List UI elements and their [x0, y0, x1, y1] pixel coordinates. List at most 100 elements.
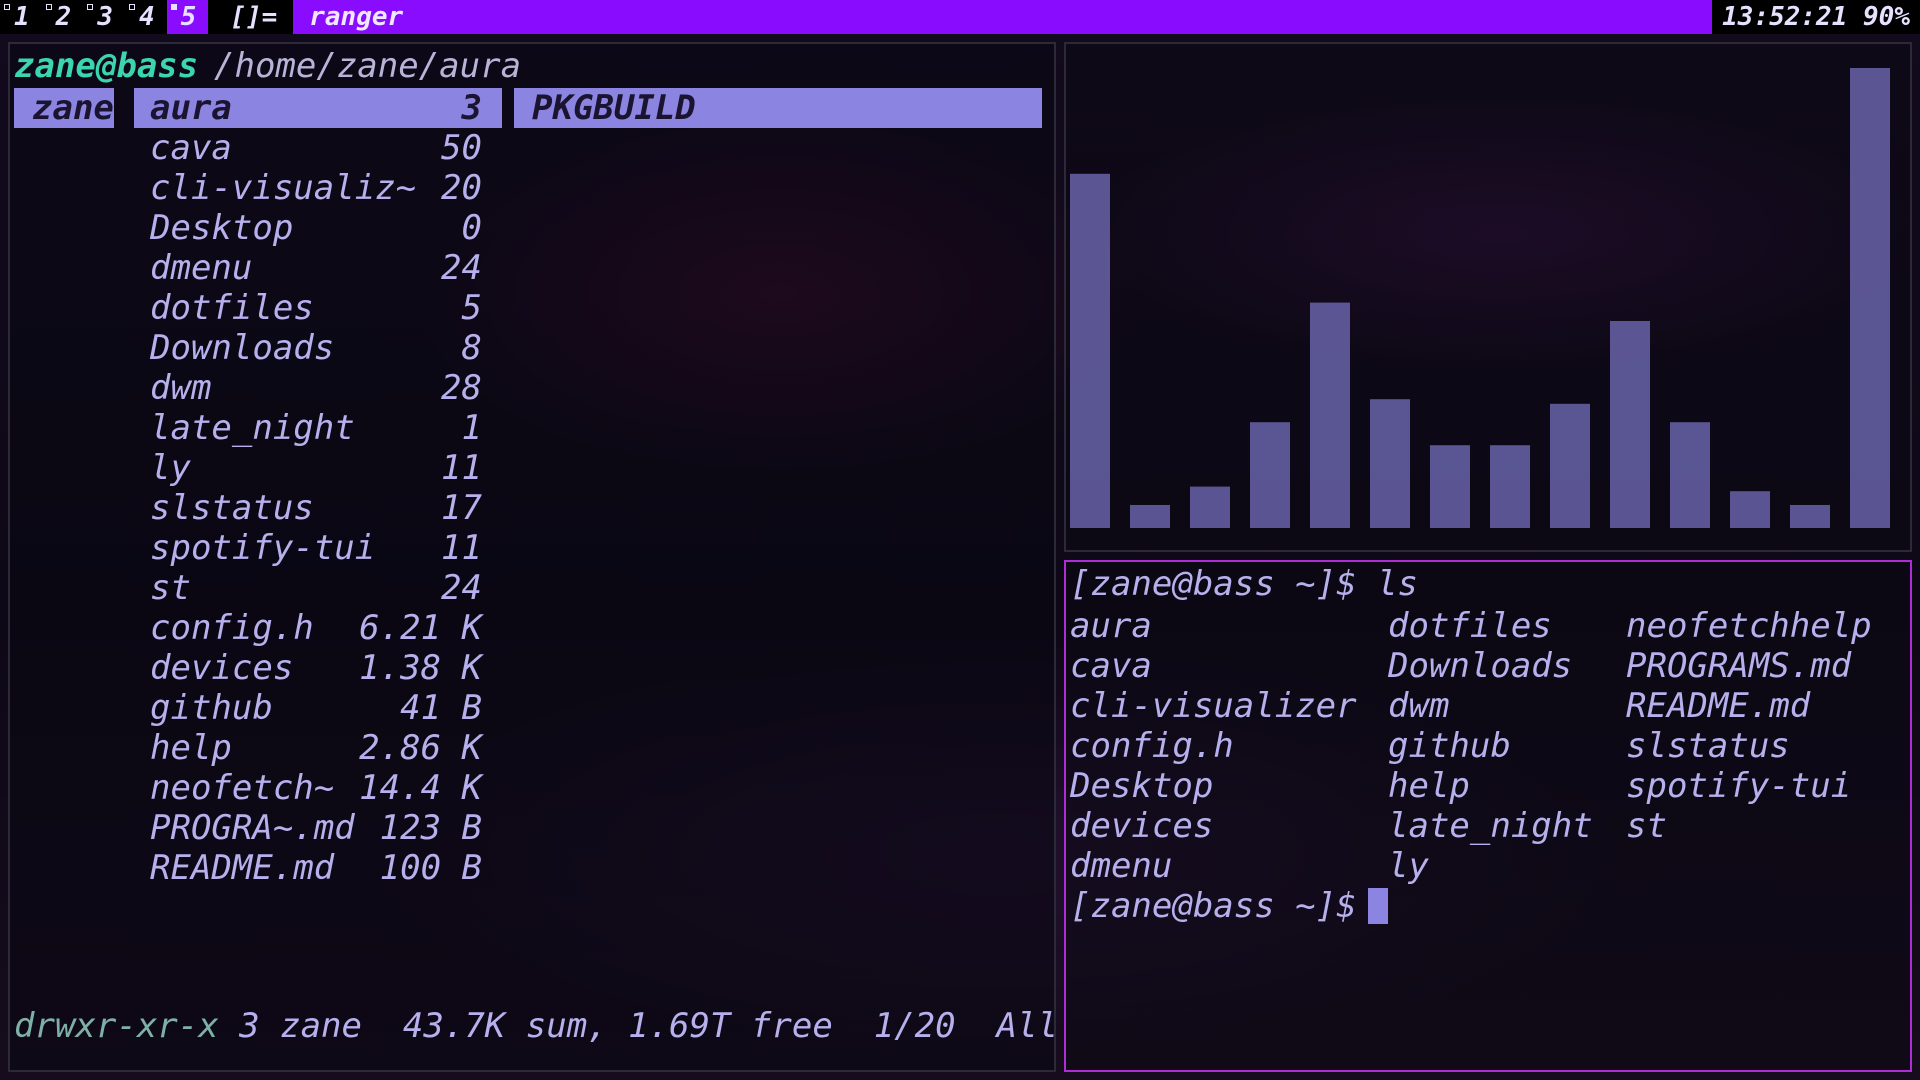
file-name: ly — [150, 448, 191, 488]
tag-label: 1 — [14, 2, 30, 32]
file-entry[interactable]: ly 11 — [134, 448, 502, 488]
preview-entry-label: PKGBUILD — [532, 88, 696, 128]
file-size: 17 — [441, 488, 482, 528]
file-name: devices — [150, 648, 294, 688]
visualizer-bar — [1430, 445, 1470, 528]
ls-entry: dmenu — [1070, 846, 1173, 886]
file-size: 41 B — [400, 688, 482, 728]
file-name: Desktop — [150, 208, 294, 248]
text-cursor — [1368, 888, 1388, 924]
ls-entry: st — [1626, 806, 1667, 846]
file-name: dotfiles — [150, 288, 314, 328]
tag-2[interactable]: 2 — [42, 0, 84, 34]
prompt: [zane@bass ~]$ — [1070, 886, 1357, 926]
tag-5[interactable]: 5 — [166, 0, 209, 34]
visualizer-bar — [1490, 445, 1530, 528]
file-entry[interactable]: devices 1.38 K — [134, 648, 502, 688]
ls-entry: dotfiles — [1388, 606, 1552, 646]
file-entry[interactable]: README.md 100 B — [134, 848, 502, 888]
visualizer-bar — [1850, 68, 1890, 528]
ls-entry: github — [1388, 726, 1511, 766]
cava-window[interactable] — [1064, 42, 1912, 552]
file-entry[interactable]: github 41 B — [134, 688, 502, 728]
file-entry[interactable]: Desktop 0 — [134, 208, 502, 248]
tag-occupied-indicator — [87, 4, 94, 10]
file-entry[interactable]: aura 3 — [134, 88, 502, 128]
tag-4[interactable]: 4 — [125, 0, 167, 34]
tag-1[interactable]: 1 — [0, 0, 42, 34]
ls-entry: cava — [1070, 646, 1152, 686]
ls-entry: neofetchhelp — [1626, 606, 1872, 646]
clock: 13:52:21 — [1722, 2, 1848, 32]
file-entry[interactable]: config.h 6.21 K — [134, 608, 502, 648]
file-name: github — [150, 688, 273, 728]
file-size: 3 — [461, 88, 482, 128]
file-entry[interactable]: dmenu 24 — [134, 248, 502, 288]
tag-label: 3 — [97, 2, 113, 32]
ls-entry: spotify-tui — [1626, 766, 1852, 806]
layout-indicator[interactable]: []= — [208, 0, 293, 34]
battery-level: 90% — [1863, 2, 1910, 32]
ls-entry: PROGRAMS.md — [1626, 646, 1852, 686]
command: ls — [1356, 564, 1418, 604]
file-size: 1.38 K — [359, 648, 482, 688]
tag-3[interactable]: 3 — [83, 0, 125, 34]
visualizer-bar — [1370, 399, 1410, 528]
file-size: 24 — [441, 248, 482, 288]
user-host: zane@bass — [14, 46, 199, 86]
prompt-line: [zane@bass ~]$ ls — [1070, 564, 1418, 604]
file-name: st — [150, 568, 191, 608]
ls-column: dotfiles Downloads dwm github help late_night… — [1388, 606, 1593, 886]
file-size: 50 — [441, 128, 482, 168]
file-size: 0 — [461, 208, 482, 248]
audio-visualizer — [1070, 68, 1890, 529]
ls-entry: cli-visualizer — [1070, 686, 1357, 726]
file-entry[interactable]: cava 50 — [134, 128, 502, 168]
ls-entry: late_night — [1388, 806, 1593, 846]
file-entry[interactable]: slstatus 17 — [134, 488, 502, 528]
file-entry[interactable]: Downloads 8 — [134, 328, 502, 368]
visualizer-bar — [1130, 505, 1170, 528]
file-entry[interactable]: PROGRA~.md 123 B — [134, 808, 502, 848]
tag-occupied-indicator — [128, 4, 135, 10]
file-entry[interactable]: st 24 — [134, 568, 502, 608]
ls-entry: config.h — [1070, 726, 1234, 766]
file-list[interactable]: aura 3 cava 50 cli-visualiz~ 20 Desktop 0 dmenu 2… — [134, 88, 502, 888]
ranger-window[interactable]: zane@bass /home/zane/aura zane aura 3 cava… — [8, 42, 1058, 1072]
file-entry[interactable]: dwm 28 — [134, 368, 502, 408]
file-entry[interactable]: neofetch~ 14.4 K — [134, 768, 502, 808]
current-path: /home/zane/aura — [214, 46, 522, 86]
file-name: dmenu — [150, 248, 253, 288]
file-size: 14.4 K — [359, 768, 482, 808]
file-size: 11 — [441, 448, 482, 488]
ls-entry: devices — [1070, 806, 1214, 846]
prompt: [zane@bass ~]$ — [1070, 564, 1357, 604]
status-text: 13:52:21 90% — [1712, 0, 1920, 34]
visualizer-bar — [1790, 505, 1830, 528]
visualizer-bar — [1550, 403, 1590, 528]
file-entry[interactable]: help 2.86 K — [134, 728, 502, 768]
ls-column: neofetchhelp PROGRAMS.md README.md slstatus… — [1626, 606, 1872, 846]
file-entry[interactable]: dotfiles 5 — [134, 288, 502, 328]
dir-info: 3 zane 43.7K sum, 1.69T free 1/20 All — [218, 1006, 1058, 1046]
file-name: slstatus — [150, 488, 314, 528]
preview-selected-entry[interactable]: PKGBUILD — [514, 88, 1042, 128]
permissions: drwxr-xr-x — [14, 1006, 219, 1046]
terminal-window[interactable]: [zane@bass ~]$ ls aura cava cli-visualizer… — [1064, 560, 1912, 1072]
file-name: spotify-tui — [150, 528, 376, 568]
file-size: 20 — [441, 168, 482, 208]
file-entry[interactable]: spotify-tui 11 — [134, 528, 502, 568]
file-name: cli-visualiz~ — [150, 168, 417, 208]
file-entry[interactable]: late_night 1 — [134, 408, 502, 448]
file-size: 100 B — [379, 848, 482, 888]
visualizer-bar — [1670, 422, 1710, 528]
file-name: cava — [150, 128, 232, 168]
tag-label: 2 — [55, 2, 72, 32]
ranger-statusline: drwxr-xr-x 3 zane 43.7K sum, 1.69T free … — [14, 1006, 1058, 1046]
file-size: 2.86 K — [359, 728, 482, 768]
ls-entry: aura — [1070, 606, 1152, 646]
file-entry[interactable]: cli-visualiz~ 20 — [134, 168, 502, 208]
file-name: aura — [150, 88, 232, 128]
parent-dir-selected[interactable]: zane — [14, 88, 114, 128]
tag-occupied-indicator — [4, 4, 10, 10]
